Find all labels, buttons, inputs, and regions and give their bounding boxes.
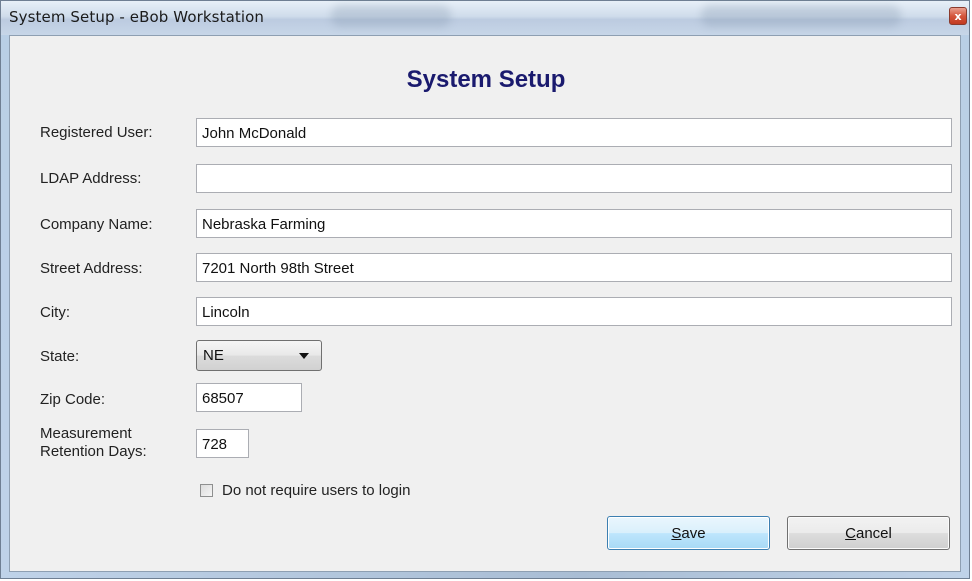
city-label: City: (40, 304, 70, 321)
city-field[interactable]: Lincoln (196, 297, 952, 326)
retention-label-line1: Measurement (40, 425, 132, 442)
dialog-window: System Setup - eBob Workstation x System… (0, 0, 970, 579)
close-icon: x (954, 9, 962, 23)
page-title: System Setup (406, 66, 566, 93)
window-bottom-border (1, 572, 969, 578)
retention-label-line2: Retention Days: (40, 443, 147, 460)
save-button[interactable]: Save (607, 516, 770, 550)
cancel-label-rest: ancel (855, 524, 892, 542)
window-title: System Setup - eBob Workstation (9, 8, 265, 26)
title-bar[interactable]: System Setup - eBob Workstation x (1, 1, 969, 35)
zip-code-label: Zip Code: (40, 391, 106, 408)
street-address-label: Street Address: (40, 260, 143, 277)
no-login-label[interactable]: Do not require users to login (222, 482, 410, 499)
save-accelerator: S (671, 524, 682, 542)
registered-user-label: Registered User: (40, 124, 153, 141)
state-dropdown[interactable]: NE (196, 340, 322, 371)
chevron-down-icon[interactable] (299, 353, 309, 359)
titlebar-background-blur (701, 5, 901, 27)
street-address-field[interactable]: 7201 North 98th Street (196, 253, 952, 282)
zip-code-field[interactable]: 68507 (196, 383, 302, 412)
no-login-option[interactable]: Do not require users to login (200, 481, 410, 499)
titlebar-background-blur (331, 5, 451, 27)
close-button[interactable]: x (949, 7, 967, 25)
cancel-button[interactable]: Cancel (787, 516, 950, 550)
registered-user-field[interactable]: John McDonald (196, 118, 952, 147)
retention-days-field[interactable]: 728 (196, 429, 249, 458)
save-label-rest: ave (681, 524, 706, 542)
ldap-address-field[interactable] (196, 164, 952, 193)
checkbox-icon[interactable] (200, 483, 213, 497)
state-selected-value: NE (203, 347, 224, 364)
cancel-accelerator: C (845, 524, 856, 542)
state-label: State: (40, 348, 80, 365)
company-name-label: Company Name: (40, 216, 153, 233)
dialog-body: System Setup Registered User: John McDon… (9, 35, 961, 572)
company-name-field[interactable]: Nebraska Farming (196, 209, 952, 238)
ldap-address-label: LDAP Address: (40, 170, 142, 187)
